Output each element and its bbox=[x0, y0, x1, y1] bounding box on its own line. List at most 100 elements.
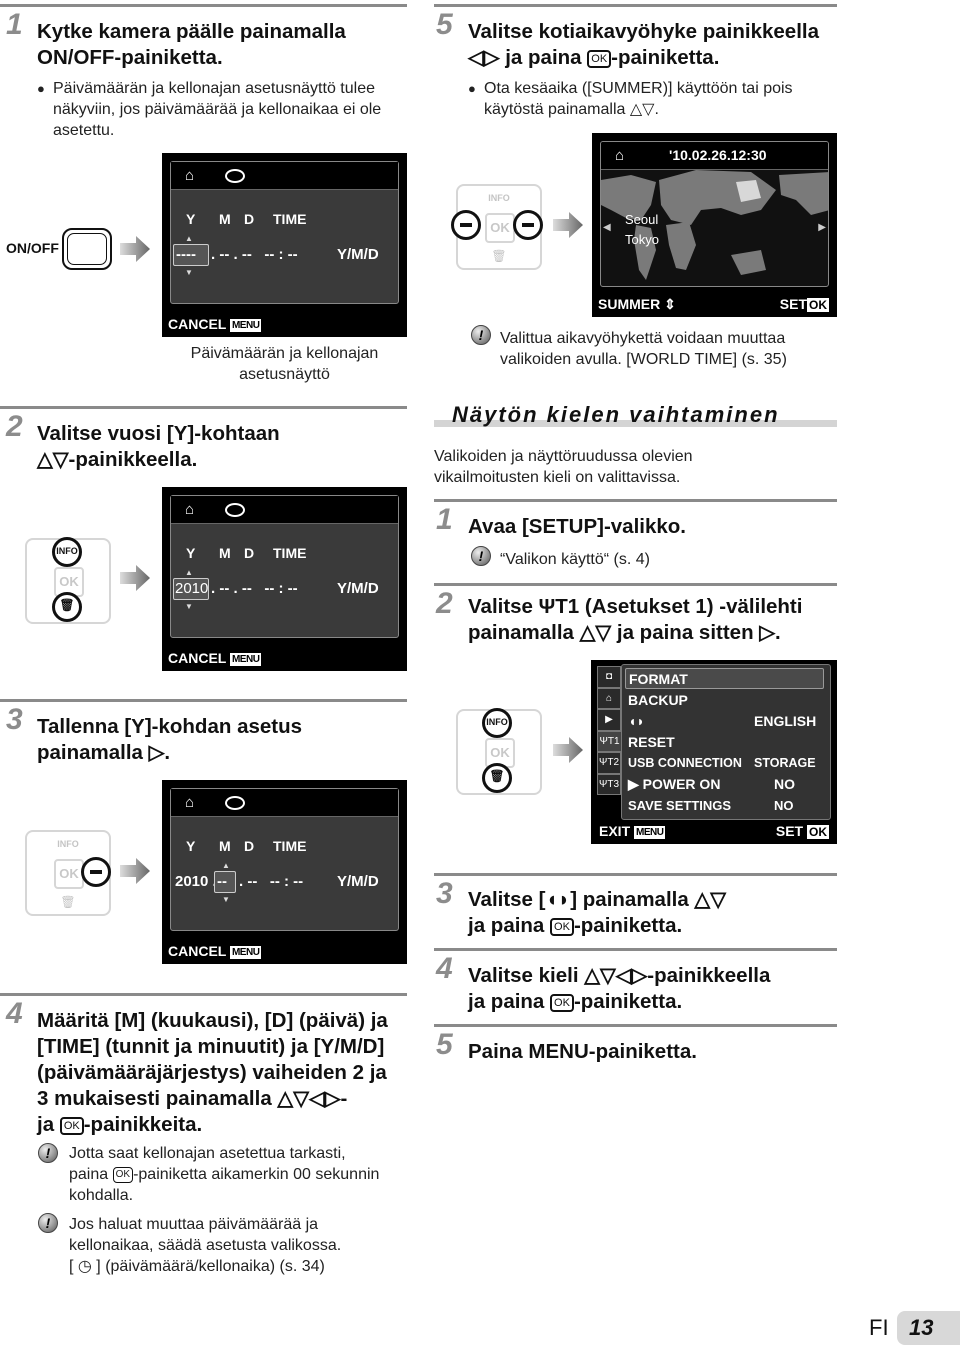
step-title: Määritä [M] (kuukausi), [D] (päivä) ja [… bbox=[37, 1008, 388, 1138]
title-line: Valitse [◖◗] painamalla △▽ bbox=[468, 888, 726, 911]
left-button[interactable] bbox=[451, 210, 481, 240]
trash-button[interactable]: 🗑 bbox=[482, 763, 512, 793]
title-line: [TIME] (tunnit ja minuutit) ja [Y/M/D] bbox=[37, 1035, 385, 1058]
page-number: 13 bbox=[897, 1311, 960, 1345]
menu-item-language[interactable]: ◖◗ ENGLISH bbox=[628, 711, 824, 732]
intro-line: Valikoiden ja näyttöruudussa olevien bbox=[434, 448, 693, 465]
right-button[interactable] bbox=[513, 210, 543, 240]
step-number: 2 bbox=[436, 587, 453, 620]
tab-playback[interactable]: ▶ bbox=[597, 709, 621, 731]
note-line: Jos haluat muuttaa päivämäärää ja bbox=[69, 1216, 319, 1233]
ok-tag: OK bbox=[807, 298, 829, 312]
note-post: -painiketta aikamerkin 00 sekunnin bbox=[133, 1166, 380, 1183]
item-label: BACKUP bbox=[628, 692, 688, 708]
title-line: 3 mukaisesti painamalla △▽◁▷- bbox=[37, 1087, 348, 1110]
caption-line: asetusnäyttö bbox=[239, 366, 330, 383]
on-off-button[interactable] bbox=[62, 228, 112, 270]
updown-icon: ⇕ bbox=[664, 296, 676, 312]
cancel-label: CANCEL MENU bbox=[168, 943, 262, 959]
clock-icon bbox=[225, 796, 245, 810]
summer-text: SUMMER bbox=[598, 296, 661, 312]
world-map bbox=[601, 170, 828, 280]
note-line: kohdalla. bbox=[69, 1187, 134, 1204]
divider bbox=[434, 948, 837, 951]
summer-toggle[interactable]: SUMMER ⇕ bbox=[598, 296, 676, 313]
set-label: SET OK bbox=[780, 296, 829, 312]
info-button[interactable]: INFO bbox=[482, 708, 512, 738]
info-button[interactable]: INFO bbox=[52, 537, 82, 567]
tab-setup2[interactable]: ΨΤ2 bbox=[597, 752, 621, 774]
col-d: D bbox=[244, 838, 255, 854]
note-text: “Valikon käyttö“ (s. 4) bbox=[500, 551, 650, 568]
date-rest: . -- . -- -- : -- bbox=[211, 580, 298, 597]
language-icon: ◖◗ bbox=[628, 713, 645, 729]
step-title: Tallenna [Y]-kohdan asetus painamalla ▷. bbox=[37, 714, 302, 766]
menu-item-reset[interactable]: RESET bbox=[628, 732, 824, 753]
step-title: Valitse [◖◗] painamalla △▽ ja paina OK -p… bbox=[468, 887, 726, 939]
screen-caption: Päivämäärän ja kellonajan asetusnäyttö bbox=[162, 343, 407, 385]
divider bbox=[0, 993, 407, 996]
title-pre: ◁▷ ja paina bbox=[468, 46, 582, 69]
tab-setup3[interactable]: ΨΤ3 bbox=[597, 773, 621, 795]
arrow-right-icon bbox=[120, 858, 150, 884]
tab-setup1[interactable]: ΨΤ1 bbox=[597, 730, 621, 752]
tab-camera[interactable]: ◘ bbox=[597, 666, 621, 688]
item-value: NO bbox=[774, 776, 795, 792]
step-number: 4 bbox=[436, 952, 453, 985]
note-pre: paina bbox=[69, 1166, 109, 1183]
set-text: SET bbox=[775, 823, 804, 839]
title-line: ja paina OK -painiketta. bbox=[468, 989, 770, 1015]
title-line: Määritä [M] (kuukausi), [D] (päivä) ja bbox=[37, 1009, 388, 1032]
trash-icon: 🗑 bbox=[59, 598, 75, 612]
title-line: ON/OFF-painiketta. bbox=[37, 46, 223, 69]
caption-line: Päivämäärän ja kellonajan bbox=[190, 345, 379, 362]
title-line: Valitse kieli △▽◁▷-painikkeella bbox=[468, 964, 771, 987]
col-y: Y bbox=[186, 545, 196, 561]
bullet-text: Ota kesäaika ([SUMMER)] käyttöön tai poi… bbox=[468, 78, 824, 120]
home-icon: ⌂ bbox=[615, 147, 625, 164]
trash-button[interactable]: 🗑 bbox=[52, 592, 82, 622]
on-off-label: ON/OFF bbox=[6, 240, 59, 256]
bullet-text: Päivämäärän ja kellonajan asetusnäyttö t… bbox=[37, 78, 393, 141]
step-number: 2 bbox=[6, 410, 23, 443]
ok-button[interactable]: OK bbox=[485, 213, 515, 243]
title-line: Valitse ΨΤ1 (Asetukset 1) -välilehti bbox=[468, 595, 803, 618]
title-post: -painiketta. bbox=[611, 46, 720, 69]
item-label: USB CONNECTION bbox=[628, 756, 742, 770]
info-label: INFO bbox=[486, 717, 508, 727]
menu-item-format[interactable]: FORMAT bbox=[625, 668, 824, 689]
date-time-screen: ⌂ Y M D TIME 2010 . ▲ -- ▼ . -- -- : -- … bbox=[162, 780, 407, 964]
ok-button[interactable]: OK bbox=[54, 859, 84, 889]
right-arrow-icon[interactable]: ▶ bbox=[818, 222, 826, 233]
menu-item-power-on[interactable]: ▶ POWER ON NO bbox=[628, 774, 824, 795]
cancel-text: CANCEL bbox=[168, 943, 227, 959]
title-ja: ja bbox=[37, 1113, 55, 1136]
date-order: Y/M/D bbox=[337, 873, 379, 890]
arrow-right-icon bbox=[120, 236, 150, 262]
right-button[interactable] bbox=[81, 857, 111, 887]
tab-movie[interactable]: ⌂ bbox=[597, 687, 621, 709]
step-title: Valitse ΨΤ1 (Asetukset 1) -välilehti pai… bbox=[468, 594, 802, 646]
menu-item-usb-connection[interactable]: USB CONNECTION STORAGE bbox=[628, 753, 824, 774]
title-line: Kytke kamera päälle painamalla bbox=[37, 20, 346, 43]
menu-item-backup[interactable]: BACKUP bbox=[628, 690, 824, 711]
ok-icon: OK bbox=[550, 994, 574, 1012]
note-icon: ! bbox=[38, 1143, 58, 1163]
title-line: Valitse kotiaikavyöhyke painikkeella bbox=[468, 20, 819, 43]
date-time-screen: ⌂ Y M D TIME ▲ 2010 ▼ . -- . -- -- : -- … bbox=[162, 487, 407, 671]
exit-text: EXIT bbox=[599, 823, 631, 839]
left-arrow-icon[interactable]: ◀ bbox=[603, 222, 611, 233]
title-post: -painiketta. bbox=[573, 914, 683, 937]
menu-tag: MENU bbox=[229, 946, 262, 959]
step-number: 5 bbox=[436, 8, 453, 41]
menu-item-save-settings[interactable]: SAVE SETTINGS NO bbox=[628, 795, 824, 816]
set-label: SET OK bbox=[776, 823, 829, 839]
col-d: D bbox=[244, 545, 255, 561]
title-line: painamalla ▷. bbox=[37, 741, 171, 764]
info-label: INFO bbox=[56, 546, 78, 556]
title-line: Valitse vuosi [Y]-kohtaan bbox=[37, 422, 280, 445]
step-title: Valitse kotiaikavyöhyke painikkeella ◁▷ … bbox=[468, 19, 819, 71]
divider bbox=[434, 499, 837, 502]
col-y: Y bbox=[186, 211, 196, 227]
title-tail: -painikkeita. bbox=[83, 1113, 203, 1136]
